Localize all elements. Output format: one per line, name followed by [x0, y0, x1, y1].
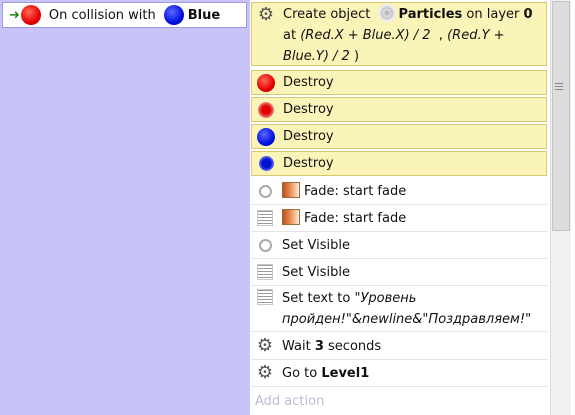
layer-value: 0 — [523, 7, 533, 22]
blue-particle-icon — [255, 156, 277, 171]
text-object-icon — [254, 210, 276, 226]
vertical-scrollbar[interactable] — [550, 0, 571, 415]
expr-x: (Red.X + Blue.X) / 2 — [300, 28, 431, 43]
blue-object-icon — [163, 5, 184, 25]
action-destroy-blue[interactable]: Destroy — [251, 124, 547, 149]
action-label: Set Visible — [282, 264, 350, 280]
action-destroy-red-particle[interactable]: Destroy — [251, 97, 547, 122]
actions-column: ⚙ Create object Particles on layer 0 at … — [251, 0, 549, 415]
red-circle-icon — [255, 73, 277, 92]
action-create-object[interactable]: ⚙ Create object Particles on layer 0 at … — [251, 2, 547, 66]
gear-icon: ⚙ — [256, 362, 274, 383]
expr-y-part2: Blue.Y) / 2 — [283, 49, 350, 64]
action-fade-ring[interactable]: Fade: start fade — [251, 178, 547, 205]
condition-target: Blue — [187, 7, 221, 23]
expr-close: ) — [353, 49, 360, 64]
expr-y-part1: (Red.Y + — [447, 28, 505, 43]
particles-icon — [377, 4, 396, 22]
fade-icon — [282, 181, 300, 198]
red-object-icon — [20, 5, 41, 25]
add-action-link[interactable]: Add action — [251, 389, 547, 413]
action-label: Fade: start fade — [282, 208, 406, 229]
fade-icon — [282, 208, 300, 225]
gear-icon: ⚙ — [257, 4, 275, 25]
red-particle-icon — [255, 101, 277, 118]
trigger-arrow-icon: ➜ — [9, 7, 20, 23]
ring-icon — [254, 238, 276, 252]
action-label: Go to Level1 — [282, 365, 370, 381]
gear-icon: ⚙ — [256, 335, 274, 356]
condition-label: On collision with — [48, 7, 156, 23]
text-object-icon — [254, 264, 276, 280]
text-value-line1: "Уровень — [354, 291, 417, 306]
scrollbar-grip-icon — [555, 83, 563, 93]
action-set-visible-ring[interactable]: Set Visible — [251, 232, 547, 259]
action-destroy-blue-particle[interactable]: Destroy — [251, 151, 547, 176]
action-label: Wait 3 seconds — [282, 338, 382, 354]
conditions-column: ➜ On collision with Blue — [0, 0, 250, 415]
action-label: Destroy — [283, 156, 334, 171]
action-label: Fade: start fade — [282, 181, 406, 202]
action-prefix: Create object — [283, 7, 371, 22]
layer-label: on layer — [466, 7, 520, 22]
add-action-label: Add action — [255, 393, 325, 409]
text-value-line2: пройден!"&newline&"Поздравляем!" — [282, 312, 532, 327]
condition-row[interactable]: ➜ On collision with Blue — [2, 2, 247, 28]
action-destroy-red[interactable]: Destroy — [251, 70, 547, 95]
blue-circle-icon — [255, 127, 277, 146]
object-name: Particles — [398, 7, 463, 22]
expr-separator: , — [438, 28, 443, 43]
action-fade-text[interactable]: Fade: start fade — [251, 205, 547, 232]
event-sheet: ➜ On collision with Blue ⚙ Create object… — [0, 0, 575, 415]
action-prefix: Set text to — [282, 291, 351, 306]
action-label: Destroy — [283, 129, 334, 144]
scrollbar-thumb[interactable] — [552, 1, 570, 231]
at-label: at — [283, 28, 297, 43]
action-label: Destroy — [283, 75, 334, 90]
action-label: Destroy — [283, 102, 334, 117]
action-label: Set Visible — [282, 237, 350, 253]
action-set-visible-text[interactable]: Set Visible — [251, 259, 547, 286]
action-go-to[interactable]: ⚙ Go to Level1 — [251, 360, 547, 387]
action-set-text[interactable]: Set text to "Уровень пройден!"&newline&"… — [251, 286, 547, 332]
text-object-icon — [254, 289, 276, 305]
ring-icon — [254, 184, 276, 198]
action-wait[interactable]: ⚙ Wait 3 seconds — [251, 333, 547, 360]
